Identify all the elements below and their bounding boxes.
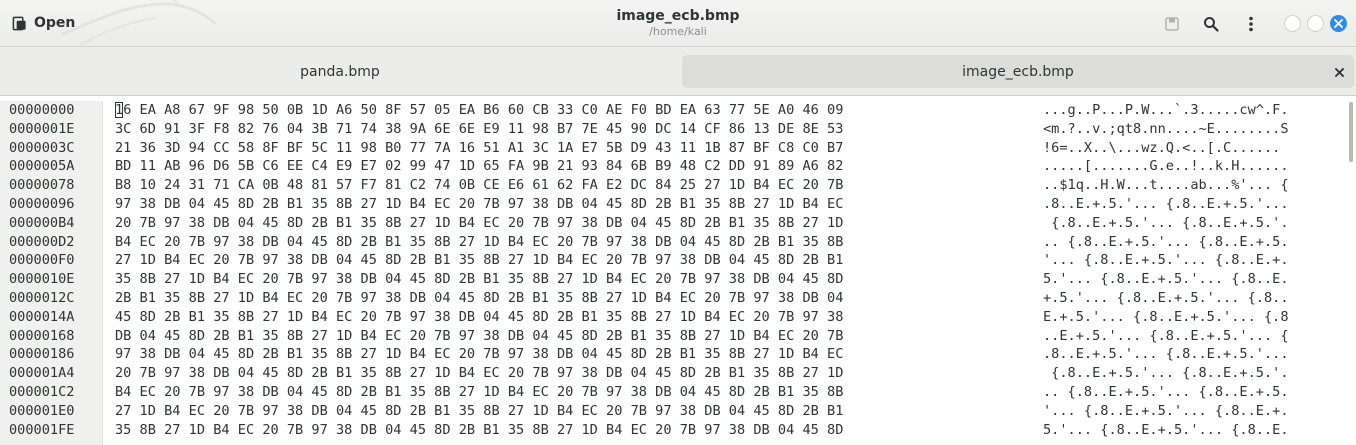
ascii-column[interactable]: ...g..P...P.W...`.3.....cw^.F. <m.?..v.;q… <box>1043 101 1333 439</box>
hex-row[interactable]: 27 1D B4 EC 20 7B 97 38 DB 04 45 8D 2B B… <box>115 402 1015 421</box>
hex-row[interactable]: 2B B1 35 8B 27 1D B4 EC 20 7B 97 38 DB 0… <box>115 289 1015 308</box>
hex-row[interactable]: 21 36 3D 94 CC 58 8F BF 5C 11 98 B0 77 7… <box>115 139 1015 158</box>
close-icon <box>1334 67 1344 77</box>
open-button-label: Open <box>34 15 76 31</box>
ascii-row[interactable]: .....[.......G.e..!..k.H...... <box>1043 157 1333 176</box>
ascii-row[interactable]: E.+.5.'... {.8..E.+.5.'... {.8 <box>1043 308 1333 327</box>
hex-row[interactable]: DB 04 45 8D 2B B1 35 8B 27 1D B4 EC 20 7… <box>115 327 1015 346</box>
row-offset: 000000D2 <box>9 233 75 250</box>
hex-row[interactable]: B4 EC 20 7B 97 38 DB 04 45 8D 2B B1 35 8… <box>115 233 1015 252</box>
menu-button[interactable] <box>1238 11 1264 37</box>
window-title: image_ecb.bmp <box>616 8 740 24</box>
tab-bar: panda.bmp image_ecb.bmp <box>0 47 1356 96</box>
header-bar: Open image_ecb.bmp /home/kali <box>0 0 1356 47</box>
ascii-row[interactable]: ..E.+.5.'... {.8..E.+.5.'... { <box>1043 327 1333 346</box>
search-button[interactable] <box>1198 11 1224 37</box>
row-offset: 000000B4 <box>9 214 75 231</box>
tab-label: image_ecb.bmp <box>962 63 1074 80</box>
hex-row[interactable]: 97 38 DB 04 45 8D 2B B1 35 8B 27 1D B4 E… <box>115 195 1015 214</box>
hex-row[interactable]: 16 EA A8 67 9F 98 50 0B 1D A6 50 8F 57 0… <box>115 101 1015 120</box>
hex-row[interactable]: 3C 6D 91 3F F8 82 76 04 3B 71 74 38 9A 6… <box>115 120 1015 139</box>
hex-row[interactable]: BD 11 AB 96 D6 5B C6 EE C4 E9 E7 02 99 4… <box>115 157 1015 176</box>
hex-bytes-column[interactable]: 16 EA A8 67 9F 98 50 0B 1D A6 50 8F 57 0… <box>115 101 1015 439</box>
hex-row[interactable]: 27 1D B4 EC 20 7B 97 38 DB 04 45 8D 2B B… <box>115 251 1015 270</box>
maximize-button[interactable] <box>1307 15 1324 32</box>
tab-panda-bmp[interactable]: panda.bmp <box>2 55 678 88</box>
hex-row[interactable]: B4 EC 20 7B 97 38 DB 04 45 8D 2B B1 35 8… <box>115 383 1015 402</box>
row-offset: 000001E0 <box>9 402 75 419</box>
tab-label: panda.bmp <box>300 63 380 80</box>
ascii-row[interactable]: .8..E.+.5.'... {.8..E.+.5.'... <box>1043 345 1333 364</box>
row-offset: 0000012C <box>9 289 75 306</box>
row-offset: 00000186 <box>9 346 75 363</box>
save-icon <box>1165 17 1179 31</box>
row-offset: 000001FE <box>9 421 75 438</box>
ascii-row[interactable]: {.8..E.+.5.'... {.8..E.+.5.'. <box>1043 364 1333 383</box>
open-button[interactable]: Open <box>6 8 83 38</box>
hex-row[interactable]: 20 7B 97 38 DB 04 45 8D 2B B1 35 8B 27 1… <box>115 364 1015 383</box>
ascii-row[interactable]: '... {.8..E.+.5.'... {.8..E.+. <box>1043 251 1333 270</box>
ascii-row[interactable]: {.8..E.+.5.'... {.8..E.+.5.'. <box>1043 214 1333 233</box>
hex-row[interactable]: 45 8D 2B B1 35 8B 27 1D B4 EC 20 7B 97 3… <box>115 308 1015 327</box>
hex-row[interactable]: 20 7B 97 38 DB 04 45 8D 2B B1 35 8B 27 1… <box>115 214 1015 233</box>
save-button[interactable] <box>1159 11 1185 37</box>
row-offset: 00000168 <box>9 327 75 344</box>
hex-row-rest: 6 EA A8 67 9F 98 50 0B 1D A6 50 8F 57 05… <box>123 102 844 118</box>
ascii-row[interactable]: .. {.8..E.+.5.'... {.8..E.+.5. <box>1043 383 1333 402</box>
ascii-row[interactable]: ...g..P...P.W...`.3.....cw^.F. <box>1043 101 1333 120</box>
row-offset: 000001C2 <box>9 383 75 400</box>
minimize-button[interactable] <box>1284 15 1301 32</box>
row-offset: 00000078 <box>9 177 75 194</box>
row-offset: 0000003C <box>9 139 75 156</box>
ascii-row[interactable]: 5.'... {.8..E.+.5.'... {.8..E. <box>1043 270 1333 289</box>
vertical-scrollbar[interactable] <box>1349 102 1353 162</box>
document-open-icon <box>12 16 26 30</box>
tab-image-ecb-bmp[interactable]: image_ecb.bmp <box>682 55 1354 88</box>
close-window-button[interactable] <box>1330 15 1347 32</box>
window-subtitle: /home/kali <box>649 25 707 38</box>
hex-row[interactable]: 97 38 DB 04 45 8D 2B B1 35 8B 27 1D B4 E… <box>115 345 1015 364</box>
row-offset: 0000014A <box>9 308 75 325</box>
hex-editor-view[interactable]: 00000000 0000001E 0000003C 0000005A 00000078… <box>0 96 1356 445</box>
ascii-row[interactable]: '... {.8..E.+.5.'... {.8..E.+. <box>1043 402 1333 421</box>
row-offset: 00000000 <box>9 102 75 118</box>
ascii-row[interactable]: <m.?..v.;qt8.nn....~E........S <box>1043 120 1333 139</box>
row-offset: 0000005A <box>9 158 75 175</box>
hex-row[interactable]: B8 10 24 31 71 CA 0B 48 81 57 F7 81 C2 7… <box>115 176 1015 195</box>
hex-row[interactable]: 35 8B 27 1D B4 EC 20 7B 97 38 DB 04 45 8… <box>115 270 1015 289</box>
window-title-block: image_ecb.bmp /home/kali <box>478 7 878 39</box>
kali-dragon-watermark-icon <box>61 0 217 46</box>
ascii-row[interactable]: ..$1q..H.W...t....ab...%'... { <box>1043 176 1333 195</box>
ascii-row[interactable]: 5.'... {.8..E.+.5.'... {.8..E. <box>1043 421 1333 440</box>
hex-row[interactable]: 35 8B 27 1D B4 EC 20 7B 97 38 DB 04 45 8… <box>115 421 1015 440</box>
kebab-menu-icon <box>1249 16 1253 32</box>
row-offset: 00000096 <box>9 195 75 212</box>
ascii-row[interactable]: .8..E.+.5.'... {.8..E.+.5.'... <box>1043 195 1333 214</box>
cursor: 1 <box>115 102 124 118</box>
tab-close-button[interactable] <box>1330 63 1348 81</box>
ascii-row[interactable]: !6=..X..\...wz.Q.<..[.C...... <box>1043 139 1333 158</box>
search-icon <box>1204 17 1219 32</box>
ascii-row[interactable]: .. {.8..E.+.5.'... {.8..E.+.5. <box>1043 233 1333 252</box>
ascii-row[interactable]: +.5.'... {.8..E.+.5.'... {.8.. <box>1043 289 1333 308</box>
offset-column: 00000000 0000001E 0000003C 0000005A 00000078… <box>0 101 103 445</box>
close-icon <box>1334 19 1343 28</box>
row-offset: 0000010E <box>9 271 75 288</box>
row-offset: 000001A4 <box>9 365 75 382</box>
row-offset: 000000F0 <box>9 252 75 269</box>
row-offset: 0000001E <box>9 120 75 137</box>
